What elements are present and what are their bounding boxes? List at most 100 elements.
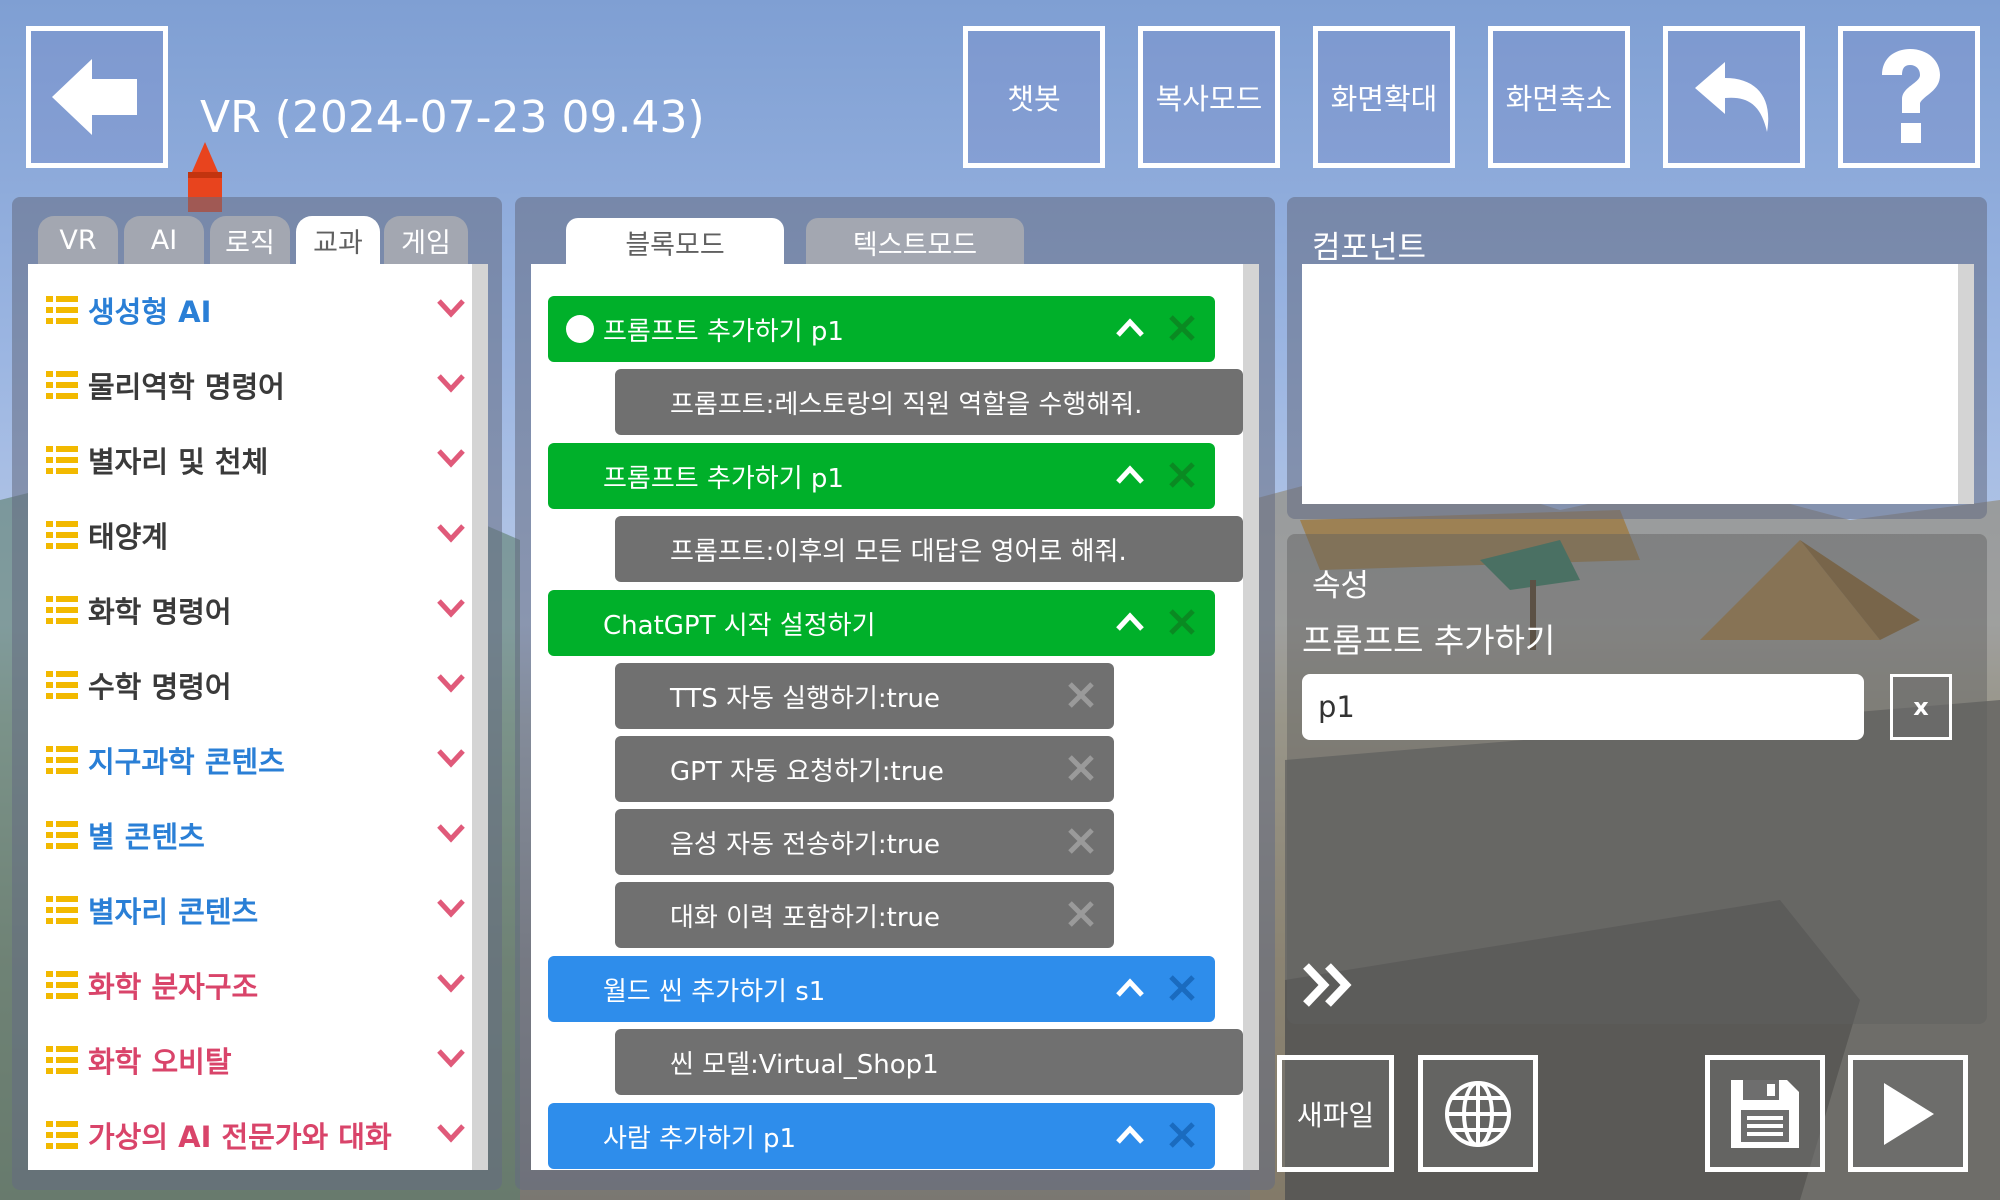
undo-button[interactable] [1663,26,1805,168]
list-icon [46,596,78,624]
tab-block-mode[interactable]: 블록모드 [566,218,784,266]
list-icon [46,821,78,849]
property-value-input[interactable] [1302,674,1864,740]
undo-icon [1695,62,1769,132]
chevron-down-icon[interactable] [436,821,466,845]
close-icon[interactable] [1066,826,1096,856]
tab-game[interactable]: 게임 [384,216,468,264]
chevron-up-icon[interactable] [1115,463,1145,487]
help-button[interactable] [1838,26,1980,168]
page-title: VR (2024-07-23 09.43) [200,92,705,143]
chevron-down-icon[interactable] [436,596,466,620]
chevron-up-icon[interactable] [1115,976,1145,1000]
tab-logic[interactable]: 로직 [210,216,290,264]
chevron-down-icon[interactable] [436,971,466,995]
list-icon [46,1121,78,1149]
gray-param-block[interactable]: 프롬프트:레스토랑의 직원 역할을 수행해줘. [615,369,1243,435]
list-icon [46,671,78,699]
category-item[interactable]: 생성형 AI [46,280,466,340]
gray-param-block[interactable]: 프롬프트:이후의 모든 대답은 영어로 해줘. [615,516,1243,582]
block-label: 사람 추가하기 p1 [603,1123,797,1154]
block-scrollbar[interactable] [1243,264,1259,1170]
chevron-down-icon[interactable] [436,1121,466,1145]
gray-param-block[interactable]: 대화 이력 포함하기:true [615,882,1114,948]
green-block[interactable]: ChatGPT 시작 설정하기 [548,590,1215,656]
chevron-down-icon[interactable] [436,896,466,920]
green-block[interactable]: 프롬프트 추가하기 p1 [548,443,1215,509]
category-item[interactable]: 별 콘텐츠 [46,805,466,865]
category-label: 수학 명령어 [88,670,232,704]
category-item[interactable]: 물리역학 명령어 [46,355,466,415]
chevron-down-icon[interactable] [436,371,466,395]
close-icon[interactable] [1167,460,1197,490]
tab-subject[interactable]: 교과 [296,216,380,264]
category-item[interactable]: 별자리 콘텐츠 [46,880,466,940]
chevron-down-icon[interactable] [436,671,466,695]
category-item[interactable]: 수학 명령어 [46,655,466,715]
zoom-out-button[interactable]: 화면축소 [1488,26,1630,168]
category-item[interactable]: 별자리 및 천체 [46,430,466,490]
chatbot-button[interactable]: 챗봇 [963,26,1105,168]
category-item[interactable]: 화학 분자구조 [46,955,466,1015]
components-list[interactable] [1302,264,1974,504]
chevron-up-icon[interactable] [1115,316,1145,340]
block-label: 프롬프트:이후의 모든 대답은 영어로 해줘. [670,536,1127,567]
tab-vr[interactable]: VR [38,216,118,264]
save-button[interactable] [1705,1055,1825,1172]
list-icon [46,896,78,924]
blue-block[interactable]: 사람 추가하기 p1 [548,1103,1215,1169]
block-label: 씬 모델:Virtual_Shop1 [670,1049,939,1080]
tab-ai[interactable]: AI [124,216,204,264]
block-label: 대화 이력 포함하기:true [670,902,941,933]
copy-mode-button[interactable]: 복사모드 [1138,26,1280,168]
close-icon[interactable] [1167,313,1197,343]
category-label: 생성형 AI [88,295,212,329]
category-item[interactable]: 지구과학 콘텐츠 [46,730,466,790]
blue-block[interactable]: 월드 씬 추가하기 s1 [548,956,1215,1022]
chevron-down-icon[interactable] [436,746,466,770]
gray-param-block[interactable]: TTS 자동 실행하기:true [615,663,1114,729]
components-label: 컴포넌트 [1312,230,1427,266]
block-label: 음성 자동 전송하기:true [670,829,941,860]
play-button[interactable] [1848,1055,1968,1172]
close-icon[interactable] [1066,899,1096,929]
block-label: 월드 씬 추가하기 s1 [603,976,826,1007]
chevron-down-icon[interactable] [436,521,466,545]
category-label: 별자리 및 천체 [88,445,269,479]
chevron-down-icon[interactable] [436,296,466,320]
green-block[interactable]: 프롬프트 추가하기 p1 [548,296,1215,362]
close-icon[interactable] [1066,680,1096,710]
chevron-up-icon[interactable] [1115,610,1145,634]
close-icon[interactable] [1167,607,1197,637]
category-label: 태양계 [88,520,169,554]
category-scrollbar[interactable] [472,264,488,1170]
gray-param-block[interactable]: 씬 모델:Virtual_Shop1 [615,1029,1243,1095]
list-icon [46,971,78,999]
breakpoint-circle[interactable] [566,315,594,343]
close-icon[interactable] [1167,973,1197,1003]
category-list: 생성형 AI 물리역학 명령어별자리 및 천체태양계화학 명령어수학 명령어지구과… [28,264,488,1170]
category-item[interactable]: 가상의 AI 전문가와 대화 [46,1105,466,1165]
chevron-down-icon[interactable] [436,1046,466,1070]
zoom-in-button[interactable]: 화면확대 [1313,26,1455,168]
components-scrollbar[interactable] [1958,264,1974,504]
category-item[interactable]: 화학 오비탈 [46,1030,466,1090]
language-button[interactable] [1418,1055,1538,1172]
new-file-button[interactable]: 새파일 [1277,1055,1394,1172]
double-chevron-right-icon[interactable] [1300,960,1356,1010]
gray-param-block[interactable]: 음성 자동 전송하기:true [615,809,1114,875]
category-label: 별 콘텐츠 [88,820,205,854]
close-icon[interactable] [1066,753,1096,783]
category-item[interactable]: 화학 명령어 [46,580,466,640]
chevron-up-icon[interactable] [1115,1123,1145,1147]
list-icon [46,296,78,324]
block-label: ChatGPT 시작 설정하기 [603,610,876,641]
category-item[interactable]: 태양계 [46,505,466,565]
tab-text-mode[interactable]: 텍스트모드 [806,218,1024,266]
back-button[interactable] [26,26,168,168]
gray-param-block[interactable]: GPT 자동 요청하기:true [615,736,1114,802]
category-label: 가상의 AI 전문가와 대화 [88,1120,392,1154]
clear-value-button[interactable]: x [1890,674,1952,740]
chevron-down-icon[interactable] [436,446,466,470]
close-icon[interactable] [1167,1120,1197,1150]
